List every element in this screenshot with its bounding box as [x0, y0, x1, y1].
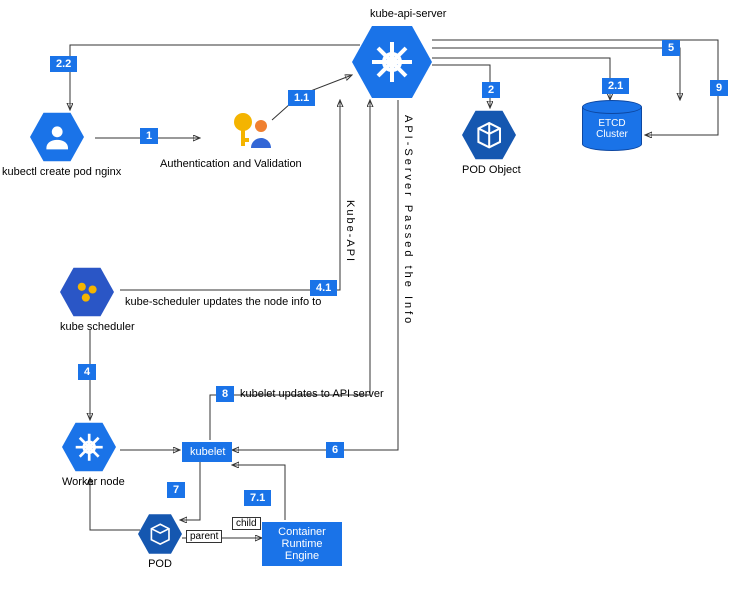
kubeapi-vertical: Kube-API	[344, 200, 356, 263]
kubelet-edge-label: kubelet updates to API server	[240, 388, 384, 400]
auth-node: Authentication and Validation	[200, 108, 302, 170]
etcd-label: ETCD Cluster	[583, 118, 641, 140]
step-1-1: 1.1	[288, 90, 315, 106]
step-2: 2	[482, 82, 500, 98]
cre-box: Container Runtime Engine	[262, 522, 342, 566]
podobject-label: POD Object	[462, 164, 521, 176]
step-4: 4	[78, 364, 96, 380]
cube-icon	[462, 108, 516, 162]
kubectl-label: kubectl create pod nginx	[2, 166, 121, 178]
step-1: 1	[140, 128, 158, 144]
worker-label: Worker node	[62, 476, 125, 488]
key-user-icon	[227, 108, 275, 156]
diagram-canvas: kube-api-server kubectl create pod nginx…	[0, 0, 749, 601]
kubelet-box: kubelet	[182, 442, 232, 462]
helm-icon	[352, 22, 432, 102]
user-icon	[30, 110, 84, 164]
passed-vertical: API-Server Passed the Info	[402, 115, 414, 326]
auth-label: Authentication and Validation	[160, 158, 302, 170]
step-4-1: 4.1	[310, 280, 337, 296]
etcd-node: ETCD Cluster	[582, 100, 642, 154]
pod-node: POD	[138, 512, 182, 570]
scheduler-node: kube scheduler	[60, 265, 135, 333]
cube-icon	[138, 512, 182, 556]
step-8: 8	[216, 386, 234, 402]
apiserver-node	[352, 22, 432, 102]
step-7: 7	[167, 482, 185, 498]
step-5: 5	[662, 40, 680, 56]
scheduler-edge-label: kube-scheduler updates the node info to	[125, 296, 321, 308]
step-6: 6	[326, 442, 344, 458]
step-9: 9	[710, 80, 728, 96]
child-label: child	[232, 517, 261, 530]
step-7-1: 7.1	[244, 490, 271, 506]
step-2-2: 2.2	[50, 56, 77, 72]
scheduler-label: kube scheduler	[60, 321, 135, 333]
helm-icon	[62, 420, 116, 474]
pod-label: POD	[138, 558, 182, 570]
parent-label: parent	[186, 530, 222, 543]
gears-icon	[60, 265, 114, 319]
step-2-1: 2.1	[602, 78, 629, 94]
apiserver-title: kube-api-server	[370, 8, 446, 20]
podobject-node: POD Object	[462, 108, 521, 176]
worker-node: Worker node	[62, 420, 125, 488]
kubectl-node: kubectl create pod nginx	[30, 110, 121, 178]
